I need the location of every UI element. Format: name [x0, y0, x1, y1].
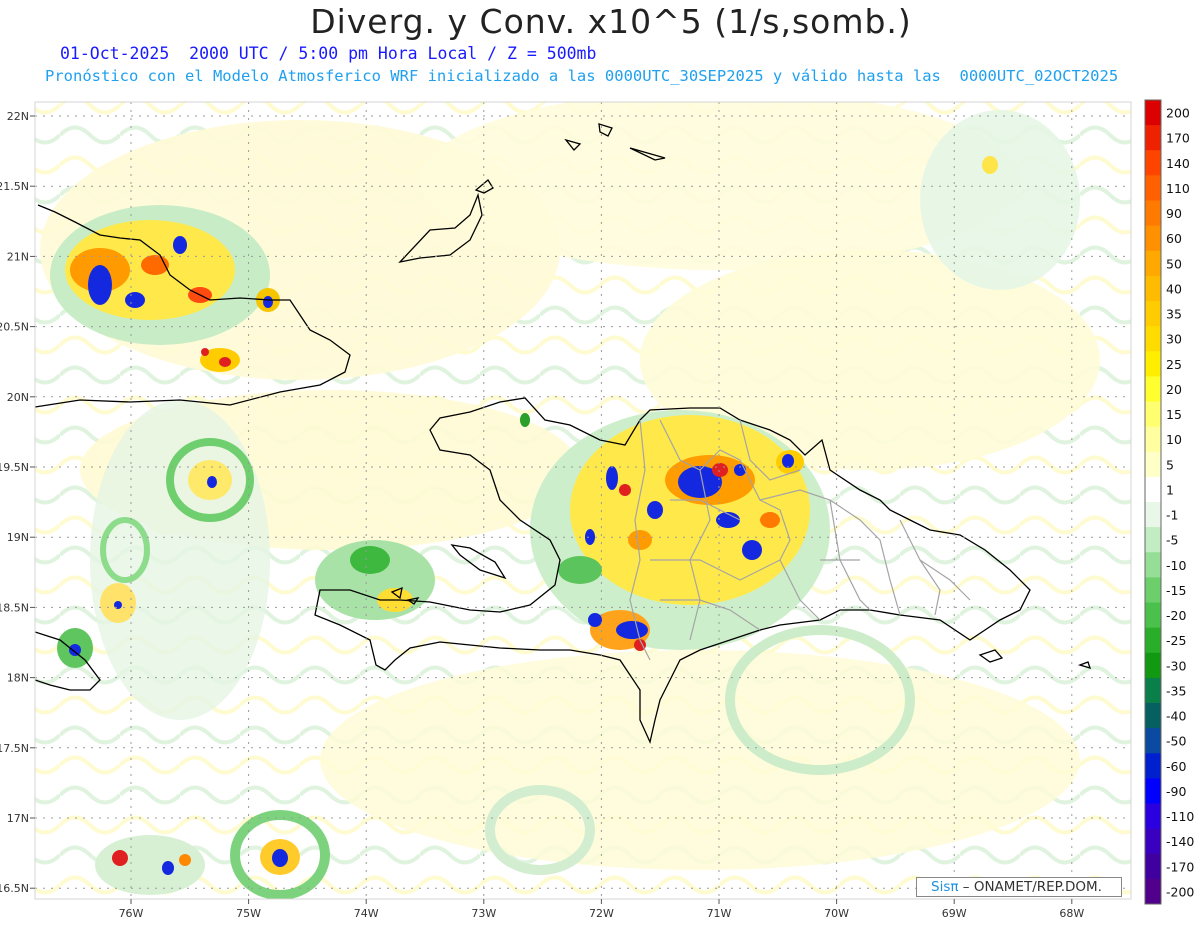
- latitude-label: 18N: [7, 672, 29, 685]
- colorbar-swatch: [1145, 577, 1161, 603]
- latitude-label: 20.5N: [0, 321, 29, 334]
- colorbar: 200 170 140 110 90 60 50 40 35 30 25 20 15 10 5 1 -1 -5 -1…: [1144, 99, 1194, 905]
- colorbar-swatch: [1145, 426, 1161, 453]
- map-figure: 22N 21.5N 21N 20.5N 20N 19.5N 19N 18.5N 18N 17.5N…: [0, 99, 1194, 920]
- colorbar-swatch: [1145, 602, 1161, 629]
- colorbar-label: -60: [1166, 759, 1186, 774]
- colorbar-label: -5: [1166, 533, 1178, 548]
- latitude-label: 18.5N: [0, 601, 29, 614]
- colorbar-swatch: [1145, 250, 1161, 277]
- colorbar-swatch: [1145, 703, 1161, 729]
- colorbar-swatch: [1145, 677, 1161, 704]
- latitude-label: 17.5N: [0, 742, 29, 755]
- longitude-label: 68W: [1059, 907, 1084, 920]
- colorbar-label: -15: [1166, 583, 1186, 598]
- colorbar-label: -10: [1166, 558, 1186, 573]
- colorbar-swatch: [1145, 803, 1161, 830]
- latitude-label: 22N: [7, 110, 29, 123]
- longitude-label: 74W: [354, 907, 379, 920]
- colorbar-label: 20: [1166, 382, 1182, 397]
- colorbar-label: 35: [1166, 307, 1182, 322]
- colorbar-swatch: [1145, 326, 1161, 352]
- colorbar-swatch: [1145, 451, 1161, 478]
- divergence-field: [35, 102, 1131, 899]
- colorbar-label: -110: [1166, 809, 1194, 824]
- colorbar-label: 40: [1166, 281, 1182, 296]
- colorbar-swatch: [1145, 100, 1161, 126]
- latitude-label: 16.5N: [0, 882, 29, 895]
- colorbar-swatch: [1145, 150, 1161, 176]
- colorbar-label: -90: [1166, 784, 1186, 799]
- colorbar-label: 25: [1166, 357, 1182, 372]
- colorbar-label: 50: [1166, 256, 1182, 271]
- latitude-axis: 22N 21.5N 21N 20.5N 20N 19.5N 19N 18.5N 18N 17.5N…: [0, 110, 35, 895]
- colorbar-label: 15: [1166, 407, 1182, 422]
- latitude-label: 19N: [7, 531, 29, 544]
- colorbar-label: 170: [1166, 131, 1190, 146]
- colorbar-label: 110: [1166, 181, 1190, 196]
- colorbar-swatch: [1145, 376, 1161, 402]
- colorbar-label: -200: [1166, 884, 1194, 899]
- colorbar-swatch: [1145, 728, 1161, 754]
- colorbar-swatch: [1145, 502, 1161, 528]
- colorbar-label: 30: [1166, 332, 1182, 347]
- colorbar-swatch: [1145, 552, 1161, 578]
- colorbar-swatch: [1145, 125, 1161, 151]
- latitude-label: 17N: [7, 812, 29, 825]
- colorbar-swatch: [1145, 853, 1161, 880]
- colorbar-label: 10: [1166, 432, 1182, 447]
- colorbar-swatch: [1145, 527, 1161, 553]
- latitude-label: 21N: [7, 250, 29, 263]
- colorbar-label: -25: [1166, 633, 1186, 648]
- longitude-label: 71W: [707, 907, 732, 920]
- colorbar-swatch: [1145, 753, 1161, 779]
- colorbar-label: -40: [1166, 709, 1186, 724]
- colorbar-label: 200: [1166, 106, 1190, 121]
- colorbar-label: -35: [1166, 683, 1186, 698]
- colorbar-swatch: [1145, 627, 1161, 654]
- colorbar-label: 5: [1166, 457, 1174, 472]
- colorbar-label: -140: [1166, 834, 1194, 849]
- colorbar-label: -30: [1166, 658, 1186, 673]
- longitude-label: 73W: [471, 907, 496, 920]
- colorbar-label: 1: [1166, 482, 1174, 497]
- longitude-label: 76W: [119, 907, 144, 920]
- longitude-axis: 76W 75W 74W 73W 72W 71W 70W 69W 68W: [119, 899, 1084, 920]
- colorbar-label: -170: [1166, 859, 1194, 874]
- longitude-label: 70W: [824, 907, 849, 920]
- latitude-label: 21.5N: [0, 180, 29, 193]
- credit-text: – ONAMET/REP.DOM.: [958, 879, 1102, 895]
- colorbar-swatch: [1145, 878, 1161, 905]
- longitude-label: 72W: [589, 907, 614, 920]
- longitude-label: 69W: [942, 907, 967, 920]
- colorbar-swatch: [1145, 778, 1161, 804]
- colorbar-swatch: [1145, 351, 1161, 377]
- longitude-label: 75W: [236, 907, 261, 920]
- sis-logo-text: Sisπ: [931, 879, 959, 895]
- colorbar-swatch: [1145, 828, 1161, 855]
- colorbar-swatch: [1145, 476, 1161, 503]
- colorbar-swatch: [1145, 652, 1161, 679]
- colorbar-swatch: [1145, 275, 1161, 302]
- latitude-label: 19.5N: [0, 461, 29, 474]
- colorbar-label: 90: [1166, 206, 1182, 221]
- colorbar-swatch: [1145, 301, 1161, 327]
- colorbar-label: 140: [1166, 156, 1190, 171]
- colorbar-label: 60: [1166, 231, 1182, 246]
- colorbar-label: -50: [1166, 734, 1186, 749]
- credit-box: Sisπ – ONAMET/REP.DOM.: [916, 877, 1122, 897]
- latitude-label: 20N: [7, 391, 29, 404]
- colorbar-swatch: [1145, 225, 1161, 252]
- colorbar-label: -20: [1166, 608, 1186, 623]
- colorbar-swatch: [1145, 175, 1161, 201]
- colorbar-swatch: [1145, 200, 1161, 227]
- colorbar-label: -1: [1166, 508, 1178, 523]
- colorbar-swatch: [1145, 401, 1161, 428]
